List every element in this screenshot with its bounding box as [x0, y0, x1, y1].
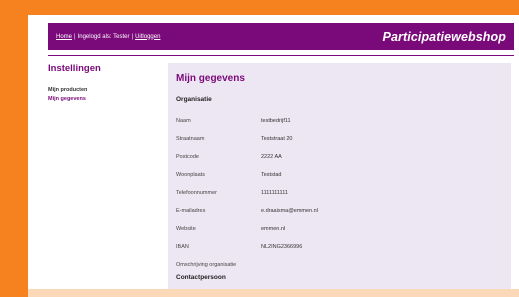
page-frame: Home | Ingelogd als: Tester | Uitloggen … — [28, 15, 519, 297]
field-value: testbedrijf11 — [261, 118, 291, 124]
field-label: Postcode — [176, 154, 199, 160]
field-row-woonplaats: Woonplaats Teststad — [176, 166, 503, 184]
field-value: e.draaisma@emmen.nl — [261, 208, 318, 214]
field-value: emmen.nl — [261, 226, 286, 232]
logout-link[interactable]: Uitloggen — [135, 34, 160, 40]
field-label: IBAN — [176, 244, 189, 250]
main-panel: Mijn gegevens Organisatie Naam testbedri… — [168, 63, 511, 297]
field-label: Naam — [176, 118, 191, 124]
field-row-emailadres: E-mailadres e.draaisma@emmen.nl — [176, 202, 503, 220]
header-divider — [48, 55, 514, 56]
field-label: Straatnaam — [176, 136, 205, 142]
field-value: Teststad — [261, 172, 282, 178]
field-row-telefoonnummer: Telefoonnummer 1111111111 — [176, 184, 503, 202]
sidebar-item-mijn-producten[interactable]: Mijn producten — [48, 86, 168, 95]
nav-separator: | — [131, 33, 134, 40]
field-row-omschrijving: Omschrijving organisatie — [176, 256, 503, 274]
brand-title: Participatiewebshop — [382, 29, 506, 44]
sidebar: Instellingen Mijn producten Mijn gegeven… — [48, 63, 168, 104]
field-label: E-mailadres — [176, 208, 206, 214]
field-row-postcode: Postcode 2222 AA — [176, 148, 503, 166]
field-row-website: Website emmen.nl — [176, 220, 503, 238]
top-bar: Home | Ingelogd als: Tester | Uitloggen … — [48, 23, 514, 50]
field-value: NL2ING2366996 — [261, 244, 303, 250]
field-row-straatnaam: Straatnaam Teststraat 20 — [176, 130, 503, 148]
nav-separator: | — [74, 33, 76, 40]
bottom-strip — [28, 289, 519, 297]
logged-in-text: Ingelogd als: Tester — [77, 33, 130, 40]
field-value: 2222 AA — [261, 154, 282, 160]
top-nav: Home | Ingelogd als: Tester | Uitloggen — [56, 34, 160, 40]
sidebar-item-mijn-gegevens[interactable]: Mijn gegevens — [48, 95, 168, 104]
page-title: Mijn gegevens — [176, 73, 245, 84]
field-label: Woonplaats — [176, 172, 205, 178]
home-link[interactable]: Home — [56, 34, 72, 40]
sidebar-title: Instellingen — [48, 63, 101, 74]
field-label: Telefoonnummer — [176, 190, 217, 196]
field-value: Teststraat 20 — [261, 136, 293, 142]
field-label: Omschrijving organisatie — [176, 262, 237, 268]
field-value: 1111111111 — [261, 190, 288, 196]
section-contactpersoon: Contactpersoon — [176, 274, 226, 281]
field-label: Website — [176, 226, 196, 232]
section-organisatie: Organisatie — [176, 96, 212, 103]
field-row-iban: IBAN NL2ING2366996 — [176, 238, 503, 256]
field-row-naam: Naam testbedrijf11 — [176, 112, 503, 130]
